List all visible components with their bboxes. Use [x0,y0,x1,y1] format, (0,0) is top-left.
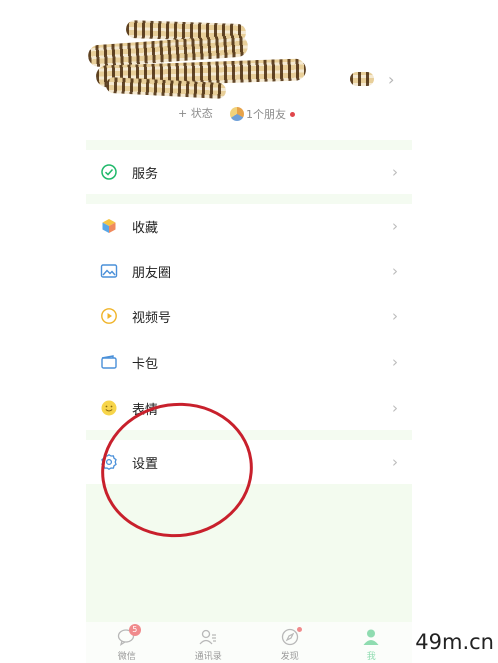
discover-dot [296,627,302,632]
chevron-right-icon: › [392,353,398,371]
watermark: 49m.cn [415,630,494,654]
chevron-right-icon: › [392,262,398,280]
gear-icon [100,453,118,471]
image-icon [100,262,118,280]
menu-label-channels: 视频号 [132,310,172,326]
tab-me[interactable]: 我 [331,622,413,663]
screenshot-page: › + 状态 1个朋友 服务 › 收藏 › 朋友圈 › 视频号 › 卡包 › 表… [0,0,498,663]
chevron-right-icon: › [392,217,398,235]
profile-header[interactable]: › + 状态 1个朋友 [86,0,412,140]
menu-label-cards: 卡包 [132,356,159,372]
tab-contacts[interactable]: 通讯录 [168,622,250,663]
tab-label-me: 我 [366,652,376,662]
chevron-right-icon: › [392,163,398,181]
chat-bubble-icon: 5 [117,624,141,647]
tab-label-chats: 微信 [117,652,136,662]
compass-icon [280,627,302,647]
chevron-right-icon: › [392,307,398,325]
chevron-right-icon: › [392,453,398,471]
group-divider [86,140,412,150]
menu-label-settings: 设置 [132,456,159,472]
friend-avatar [230,107,244,121]
phone-screen: › + 状态 1个朋友 服务 › 收藏 › 朋友圈 › 视频号 › 卡包 › 表… [86,0,412,663]
tab-label-contacts: 通讯录 [194,652,222,662]
menu-item-channels[interactable]: 视频号 › [86,294,412,338]
menu-label-moments: 朋友圈 [132,265,172,281]
chevron-right-icon: › [392,399,398,417]
friends-status-chip[interactable]: 1个朋友 [230,104,295,124]
card-icon [100,353,118,371]
menu-label-favorites: 收藏 [132,220,159,236]
smile-icon [100,399,118,417]
menu-item-stickers[interactable]: 表情 › [86,386,412,430]
play-icon [100,307,118,325]
tab-discover[interactable]: 发现 [249,622,331,663]
cube-icon [100,217,118,235]
menu-item-favorites[interactable]: 收藏 › [86,204,412,248]
status-button[interactable]: + 状态 [174,104,217,124]
person-icon [361,627,381,647]
unread-badge: 5 [128,624,141,636]
bottom-tab-bar: 5 微信 通讯录 发现 我 [86,622,412,663]
contacts-icon [198,627,218,647]
menu-item-moments[interactable]: 朋友圈 › [86,249,412,293]
empty-background [86,484,412,622]
menu-item-cards[interactable]: 卡包 › [86,340,412,384]
tab-label-discover: 发现 [280,652,299,662]
menu-label-stickers: 表情 [132,402,159,418]
friends-count-label: 1个朋友 [246,108,286,121]
tab-chats[interactable]: 5 微信 [86,622,168,663]
service-icon [100,163,118,181]
group-divider [86,194,412,204]
group-divider [86,430,412,440]
menu-label-service: 服务 [132,166,159,182]
notification-dot [290,111,295,117]
menu-item-settings[interactable]: 设置 › [86,440,412,484]
menu-item-service[interactable]: 服务 › [86,150,412,194]
profile-chevron-icon: › [388,70,395,89]
redacted-qr-code[interactable] [350,72,374,86]
